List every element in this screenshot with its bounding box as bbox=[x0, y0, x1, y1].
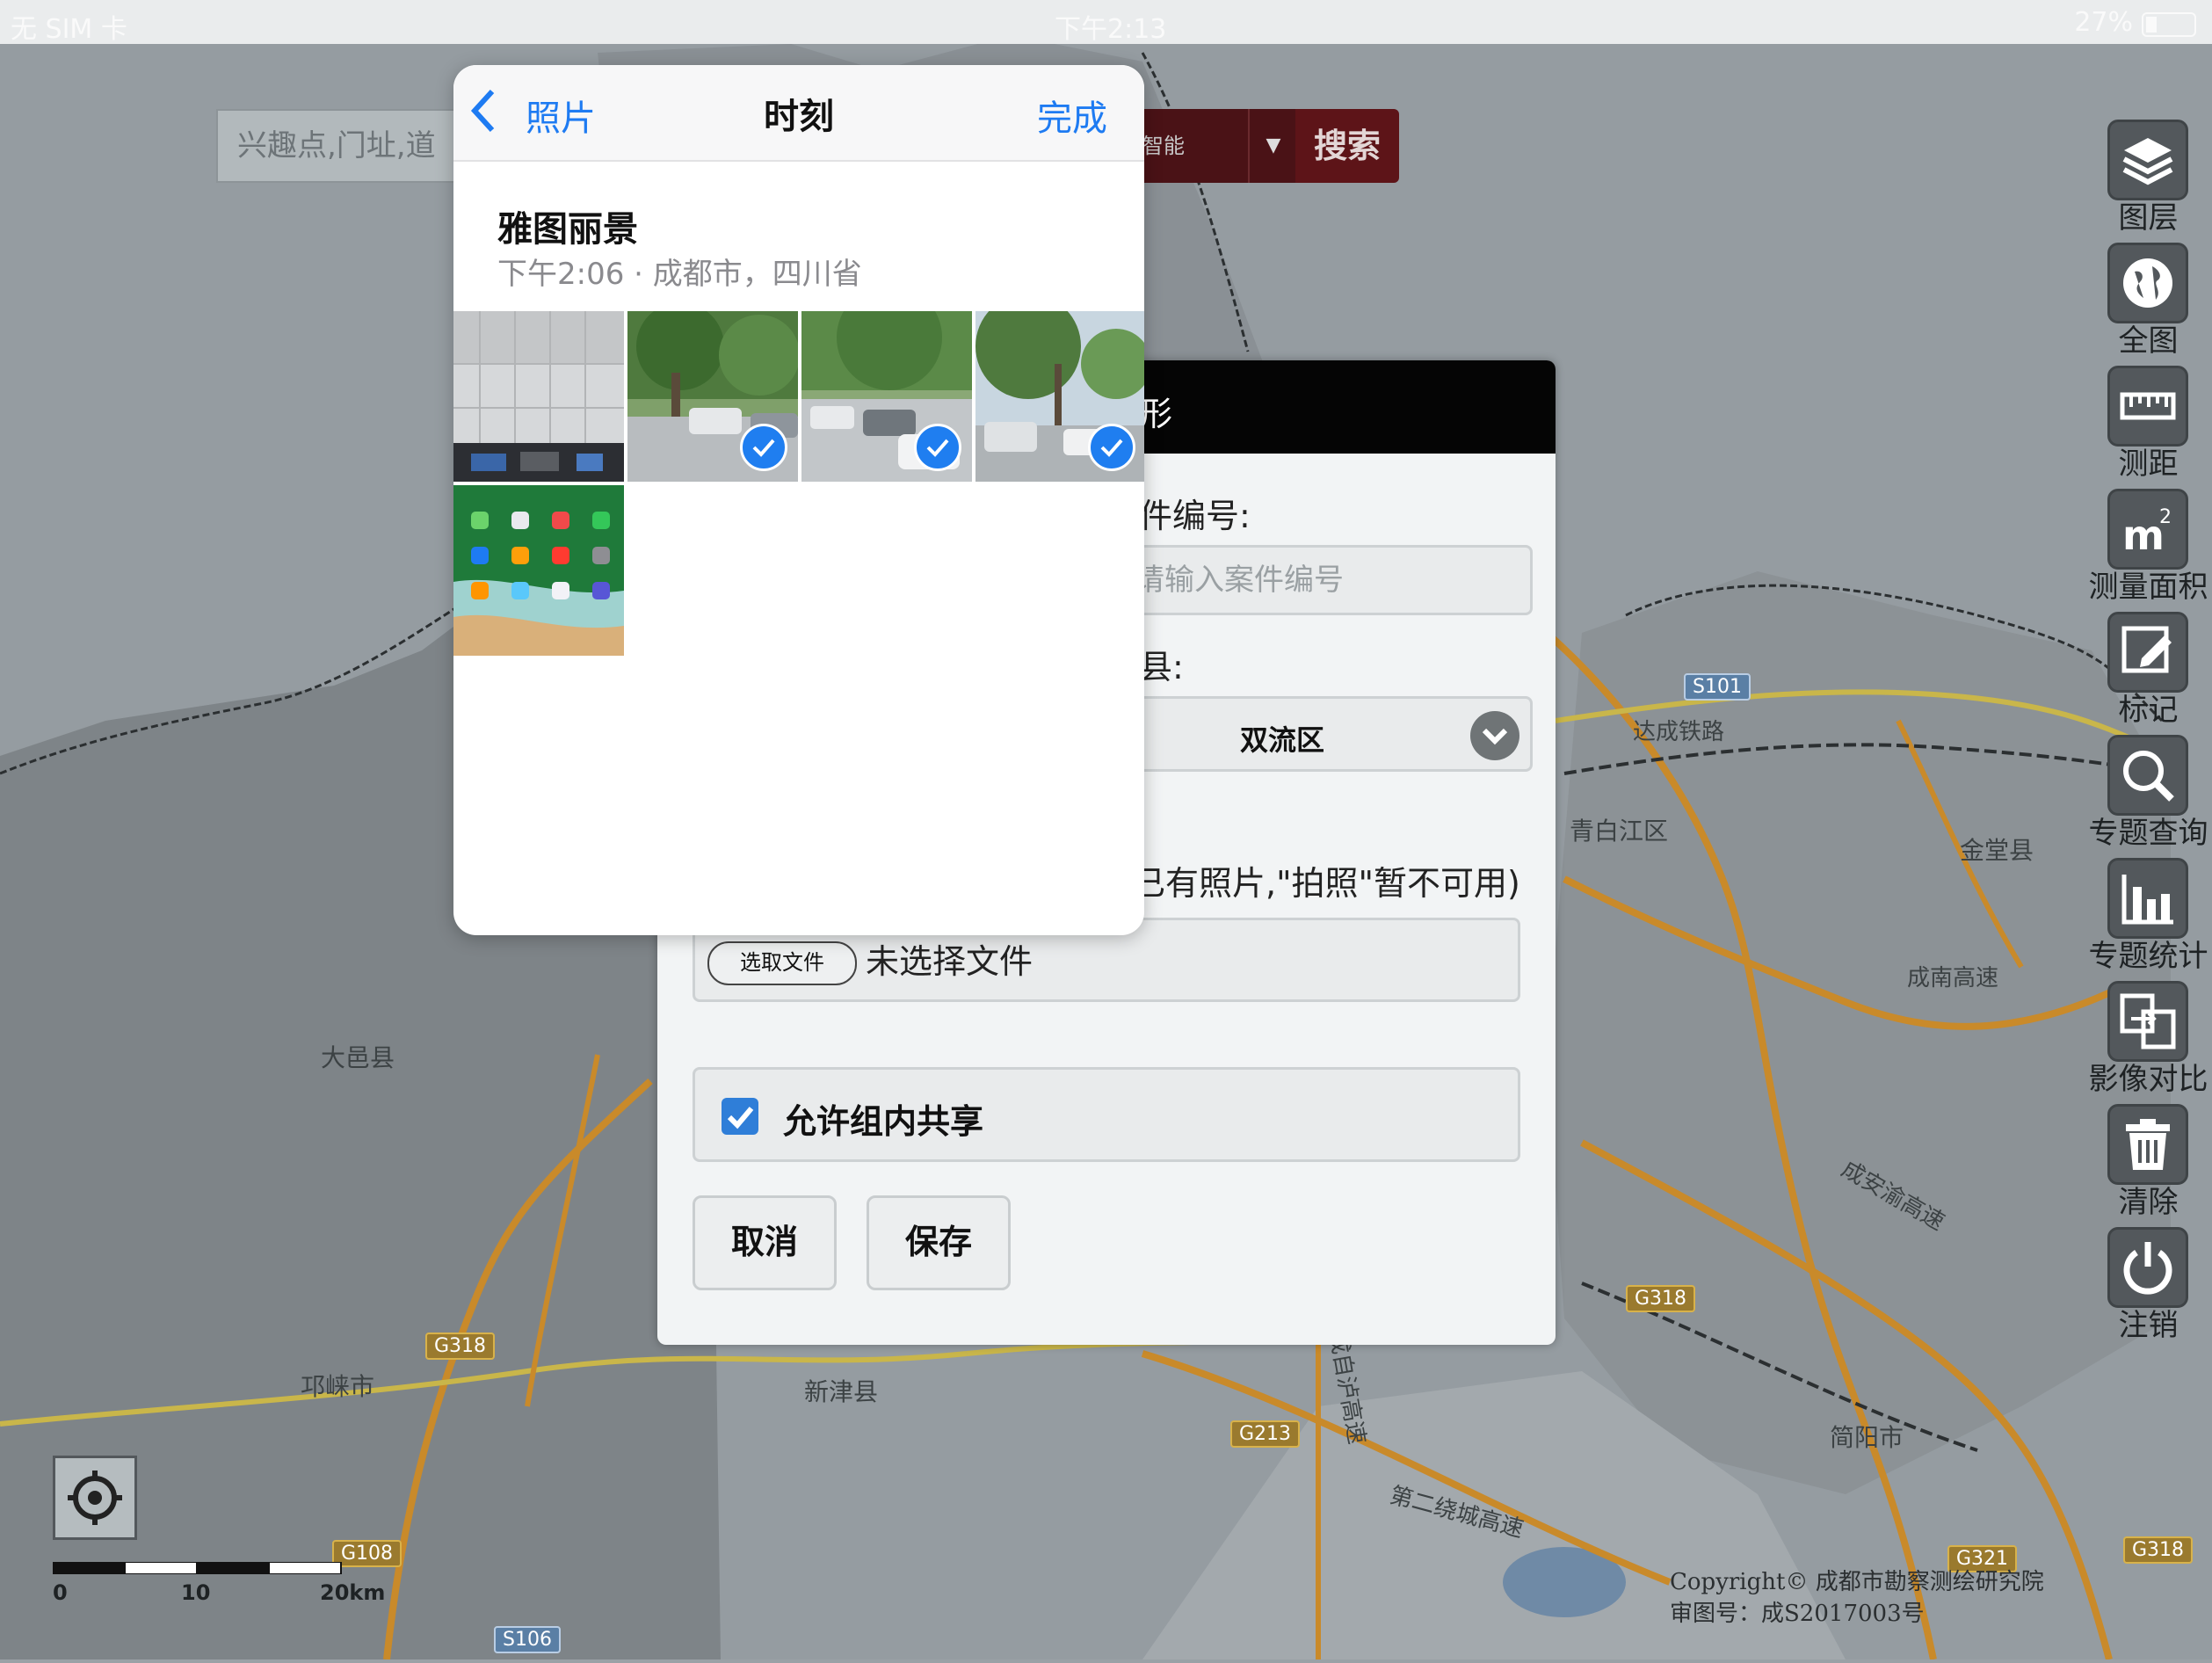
case-number-label: 件编号: bbox=[1139, 497, 1251, 535]
tool-layers[interactable]: 图层 bbox=[2085, 105, 2212, 236]
battery-icon bbox=[2142, 12, 2196, 37]
map-label-qionglai: 邛崃市 bbox=[301, 1372, 375, 1401]
photo-hint: 已有照片,"拍照"暂不可用) bbox=[1132, 864, 1520, 903]
ruler-icon bbox=[2107, 366, 2188, 447]
photo-thumbnail-homescreen[interactable] bbox=[453, 485, 624, 656]
svg-text:2: 2 bbox=[2159, 506, 2172, 528]
photo-thumbnail-parking-1[interactable] bbox=[627, 311, 798, 482]
tool-image-compare[interactable]: 影像对比 bbox=[2085, 967, 2212, 1097]
share-option[interactable]: 允许组内共享 bbox=[693, 1067, 1520, 1162]
map-label-chengnan-highway: 成南高速 bbox=[1907, 965, 1999, 991]
tool-clear[interactable]: 清除 bbox=[2085, 1090, 2212, 1220]
tool-logout-label: 注销 bbox=[2118, 1308, 2179, 1343]
selected-check-icon bbox=[740, 424, 787, 471]
layers-icon bbox=[2107, 120, 2188, 200]
picker-nav-bar: 照片 时刻 完成 bbox=[453, 65, 1144, 162]
photo-thumbnail-office[interactable] bbox=[453, 311, 624, 482]
scale-bar bbox=[53, 1561, 343, 1575]
dropdown-arrow-icon[interactable]: ▼ bbox=[1248, 109, 1297, 183]
map-label-xinjin: 新津县 bbox=[804, 1377, 879, 1406]
road-shield: G318 bbox=[1626, 1285, 1696, 1312]
selected-check-icon bbox=[914, 424, 961, 471]
area-icon: m2 bbox=[2107, 489, 2188, 570]
district-value: 双流区 bbox=[1240, 723, 1325, 757]
search-button[interactable]: 搜索 bbox=[1295, 109, 1399, 183]
tool-measure-distance[interactable]: 测距 bbox=[2085, 352, 2212, 482]
status-bar: 无 SIM 卡 下午2:13 27% bbox=[0, 0, 2212, 45]
chevron-down-icon bbox=[1470, 711, 1519, 760]
district-label: 县: bbox=[1139, 648, 1184, 686]
status-time: 下午2:13 bbox=[1055, 14, 1167, 45]
photo-thumbnail-parking-2[interactable] bbox=[801, 311, 972, 482]
road-shield: S106 bbox=[494, 1626, 561, 1653]
map-copyright: Copyright© 成都市勘察测绘研究院 审图号：成S2017003号 bbox=[1670, 1566, 2044, 1630]
save-button[interactable]: 保存 bbox=[867, 1195, 1011, 1290]
tool-full-extent[interactable]: 全图 bbox=[2085, 229, 2212, 359]
trash-icon bbox=[2107, 1104, 2188, 1185]
compare-icon bbox=[2107, 981, 2188, 1062]
scale-label-0: 0 bbox=[53, 1580, 68, 1605]
moment-title: 雅图丽景 bbox=[497, 209, 638, 250]
scale-label-20km: 20km bbox=[320, 1580, 386, 1605]
choose-file-button[interactable]: 选取文件 bbox=[707, 941, 857, 985]
map-label-qingbaijiang: 青白江区 bbox=[1570, 817, 1669, 846]
map-label-dayi: 大邑县 bbox=[321, 1043, 395, 1072]
district-select[interactable]: 双流区 bbox=[1123, 696, 1533, 772]
photo-picker: 照片 时刻 完成 雅图丽景 下午2:06 · 成都市，四川省 bbox=[453, 65, 1144, 935]
case-number-input[interactable]: 请输入案件编号 bbox=[1123, 545, 1533, 615]
globe-icon bbox=[2107, 243, 2188, 323]
photo-thumbnail-parking-3[interactable] bbox=[975, 311, 1144, 482]
tool-topic-stats[interactable]: 专题统计 bbox=[2085, 844, 2212, 974]
locate-button[interactable] bbox=[53, 1456, 137, 1540]
picker-done-button[interactable]: 完成 bbox=[1037, 90, 1107, 141]
tool-topic-query[interactable]: 专题查询 bbox=[2085, 721, 2212, 851]
road-shield: S101 bbox=[1684, 673, 1751, 701]
bar-chart-icon bbox=[2107, 858, 2188, 939]
selected-check-icon bbox=[1088, 424, 1135, 471]
battery-percent: 27% bbox=[2074, 7, 2133, 38]
road-shield: G318 bbox=[2123, 1536, 2194, 1564]
cancel-button[interactable]: 取消 bbox=[693, 1195, 837, 1290]
crosshair-icon bbox=[68, 1471, 122, 1525]
tool-measure-area[interactable]: m2 测量面积 bbox=[2085, 475, 2212, 605]
map-label-jianyang: 简阳市 bbox=[1830, 1423, 1904, 1452]
copyright-line: Copyright© 成都市勘察测绘研究院 bbox=[1670, 1569, 2044, 1595]
review-number: 审图号：成S2017003号 bbox=[1670, 1601, 1925, 1627]
share-label: 允许组内共享 bbox=[783, 1102, 984, 1141]
road-shield: G213 bbox=[1230, 1420, 1301, 1448]
power-icon bbox=[2107, 1227, 2188, 1308]
scale-label-10: 10 bbox=[181, 1580, 211, 1605]
map-label-dacheng-rail: 达成铁路 bbox=[1633, 719, 1725, 745]
road-shield: G318 bbox=[425, 1333, 496, 1360]
tool-logout[interactable]: 注销 bbox=[2085, 1213, 2212, 1343]
share-checkbox[interactable] bbox=[722, 1098, 758, 1135]
map-label-jintang: 金堂县 bbox=[1960, 836, 2034, 865]
carrier-text: 无 SIM 卡 bbox=[11, 14, 127, 45]
mark-icon bbox=[2107, 612, 2188, 693]
tool-mark[interactable]: 标记 bbox=[2085, 598, 2212, 728]
search-icon bbox=[2107, 735, 2188, 816]
file-status: 未选择文件 bbox=[866, 942, 1033, 981]
moment-subtitle: 下午2:06 · 成都市，四川省 bbox=[497, 257, 862, 292]
svg-text:m: m bbox=[2122, 512, 2165, 558]
